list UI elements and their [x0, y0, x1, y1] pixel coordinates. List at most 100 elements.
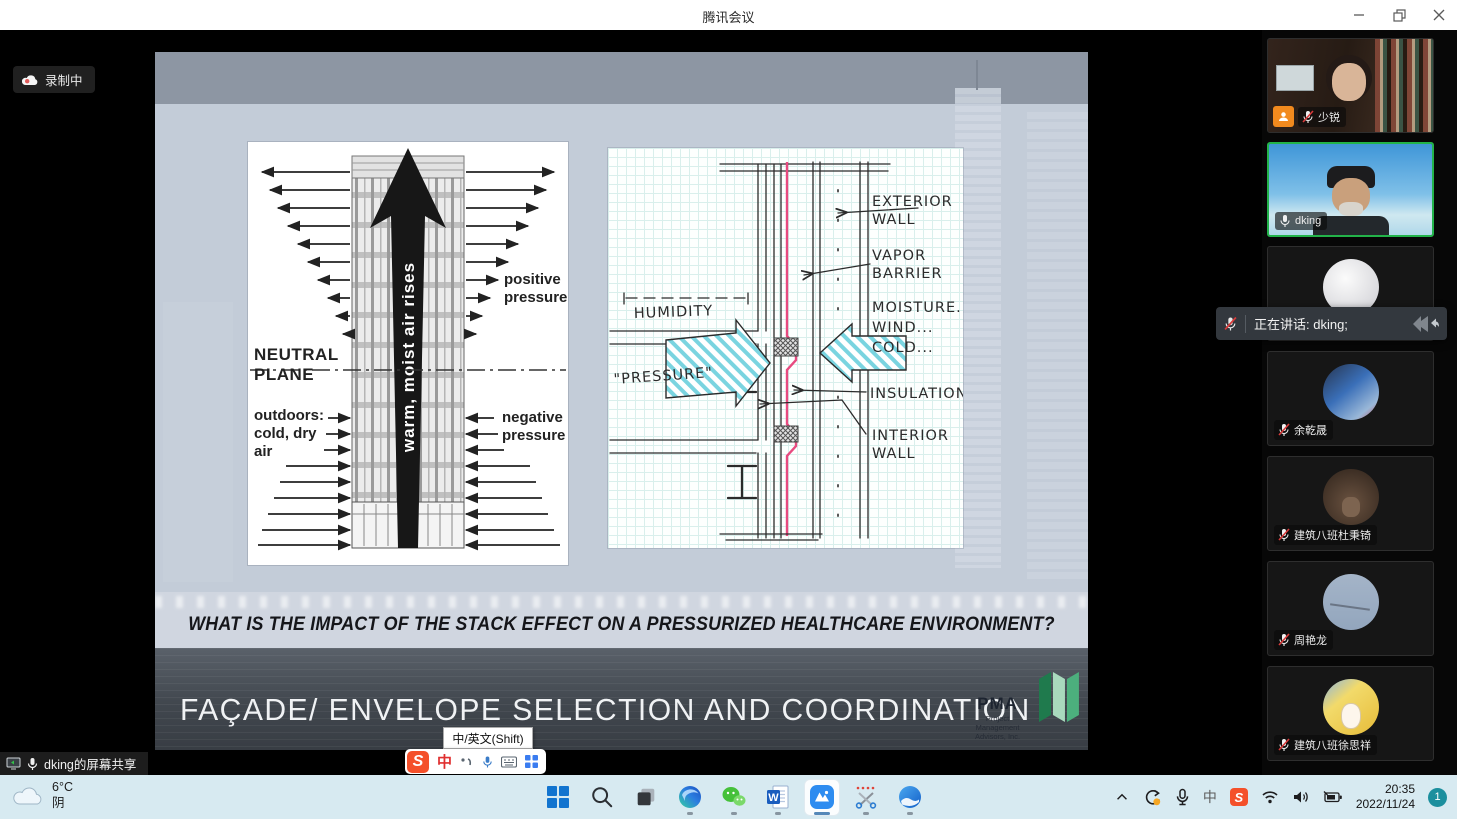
mic-muted-icon	[1224, 316, 1237, 332]
weather-condition: 阴	[52, 795, 73, 811]
positive-pressure-label: positive	[504, 271, 561, 288]
ime-mode-toggle[interactable]: 中	[437, 751, 452, 772]
svg-text:WIND...: WIND...	[872, 320, 933, 336]
interior-wall-label: INTERIOR	[872, 428, 949, 444]
slide-top-band	[155, 52, 1088, 104]
svg-text:COLD...: COLD...	[872, 340, 934, 356]
humidity-label: HUMIDITY	[634, 303, 714, 322]
exterior-wall-label: EXTERIOR	[872, 194, 953, 210]
pma-acronym: PMA	[963, 694, 1032, 714]
taskbar-app-snip[interactable]	[850, 777, 882, 817]
sogou-logo-icon[interactable]: S	[407, 751, 429, 773]
wechat-icon	[721, 784, 747, 810]
mic-muted-icon	[1278, 738, 1290, 752]
avatar	[1323, 574, 1379, 630]
host-badge-icon	[1273, 106, 1294, 127]
svg-text:WALL: WALL	[872, 446, 916, 462]
weather-widget[interactable]: 6°C 阴	[12, 779, 73, 811]
ime-punctuation-icon[interactable]	[460, 756, 474, 768]
windows-logo-icon	[545, 784, 571, 810]
tray-expand-icon[interactable]	[1114, 789, 1130, 805]
vapor-barrier-label: VAPOR	[872, 248, 926, 264]
taskbar-app-wechat[interactable]	[718, 777, 750, 817]
tray-clock[interactable]: 20:35 2022/11/24	[1356, 782, 1415, 812]
ime-mic-icon[interactable]	[482, 755, 493, 769]
edge-browser-icon	[677, 784, 703, 810]
task-view-button[interactable]	[630, 777, 662, 817]
taskbar-app-browser[interactable]	[894, 777, 926, 817]
start-button[interactable]	[542, 777, 574, 817]
screen-share-stage: 录制中	[0, 30, 1262, 775]
participant-tile[interactable]: 建筑八班徐思祥	[1267, 666, 1434, 761]
search-button[interactable]	[586, 777, 618, 817]
pma-cubes-icon	[1037, 670, 1083, 722]
svg-text:WALL: WALL	[872, 212, 916, 228]
close-button[interactable]	[1431, 7, 1447, 23]
participant-tile[interactable]: 余乾晟	[1267, 351, 1434, 446]
svg-text:BARRIER: BARRIER	[872, 266, 943, 282]
taskbar-app-word[interactable]: W	[762, 777, 794, 817]
speaking-banner: 正在讲话: dking;	[1216, 307, 1447, 340]
tray-sogou-icon[interactable]: S	[1230, 788, 1248, 806]
volume-icon[interactable]	[1292, 789, 1310, 805]
svg-text:pressure: pressure	[504, 289, 567, 306]
rising-air-label: warm, moist air rises	[399, 262, 418, 453]
participant-tile[interactable]: 少锐	[1267, 38, 1434, 133]
outdoors-label: outdoors:	[254, 407, 324, 424]
sync-status-icon[interactable]	[1143, 788, 1162, 807]
pma-logo: PMA Project Management Advisors, Inc.	[963, 670, 1083, 741]
participant-tile[interactable]: 周艳龙	[1267, 561, 1434, 656]
reaction-arrows-icon[interactable]	[1413, 315, 1439, 333]
participant-sidebar: 少锐 dking	[1262, 30, 1457, 775]
notification-count-badge[interactable]: 1	[1428, 788, 1447, 807]
wall-section-sketch: EXTERIOR WALL VAPOR BARRIER MOISTURE... …	[608, 148, 963, 548]
screen-share-label: dking的屏幕共享	[44, 754, 136, 773]
cloudy-weather-icon	[12, 784, 44, 806]
tencent-meeting-icon	[809, 784, 835, 810]
screen-share-icon	[6, 757, 21, 770]
tray-date: 2022/11/24	[1356, 797, 1415, 812]
slide-footer-title: FAÇADE/ ENVELOPE SELECTION AND COORDINAT…	[180, 692, 1031, 728]
participant-tile-speaking[interactable]: dking	[1267, 142, 1434, 237]
taskbar-app-meeting-active[interactable]	[806, 777, 838, 817]
weather-temperature: 6°C	[52, 779, 73, 795]
screen: 腾讯会议 录制中	[0, 0, 1457, 819]
ime-toolbox-icon[interactable]	[525, 755, 538, 768]
participant-name: 建筑八班徐思祥	[1294, 737, 1371, 753]
tray-time: 20:35	[1356, 782, 1415, 797]
qq-browser-icon	[897, 784, 923, 810]
minimize-button[interactable]	[1351, 7, 1367, 23]
taskbar-app-edge[interactable]	[674, 777, 706, 817]
participant-name: 周艳龙	[1294, 632, 1327, 648]
taskbar: 6°C 阴	[0, 775, 1457, 819]
pip-video	[1276, 65, 1314, 91]
participant-name: 少锐	[1318, 109, 1340, 125]
ime-keyboard-icon[interactable]	[501, 756, 517, 768]
mic-muted-icon	[1302, 110, 1314, 124]
recording-badge[interactable]: 录制中	[13, 66, 95, 93]
tray-mic-icon[interactable]	[1175, 788, 1190, 806]
svg-text:cold, dry: cold, dry	[254, 425, 317, 442]
outward-arrows-right	[466, 172, 554, 334]
ime-tooltip: 中/英文(Shift)	[443, 727, 533, 749]
ime-toolbar: S 中	[405, 749, 546, 774]
task-view-icon	[634, 785, 658, 809]
snip-tool-icon	[853, 784, 879, 810]
battery-charging-icon[interactable]	[1323, 789, 1343, 805]
wifi-icon[interactable]	[1261, 789, 1279, 805]
window-title: 腾讯会议	[0, 7, 1457, 26]
svg-text:PLANE: PLANE	[254, 365, 314, 384]
negative-pressure-label: negative	[502, 409, 563, 426]
participant-tile[interactable]: 建筑八班杜秉锜	[1267, 456, 1434, 551]
mic-muted-icon	[1278, 633, 1290, 647]
mic-muted-icon	[1278, 423, 1290, 437]
svg-text:W: W	[768, 792, 779, 804]
restore-button[interactable]	[1391, 7, 1407, 23]
speaking-banner-text: 正在讲话: dking;	[1254, 314, 1405, 333]
participant-name: 建筑八班杜秉锜	[1294, 527, 1371, 543]
mic-muted-icon	[1278, 528, 1290, 542]
tray-ime-indicator[interactable]: 中	[1203, 787, 1217, 807]
recording-label: 录制中	[45, 70, 83, 89]
svg-text:pressure: pressure	[502, 427, 565, 444]
search-icon	[590, 785, 614, 809]
